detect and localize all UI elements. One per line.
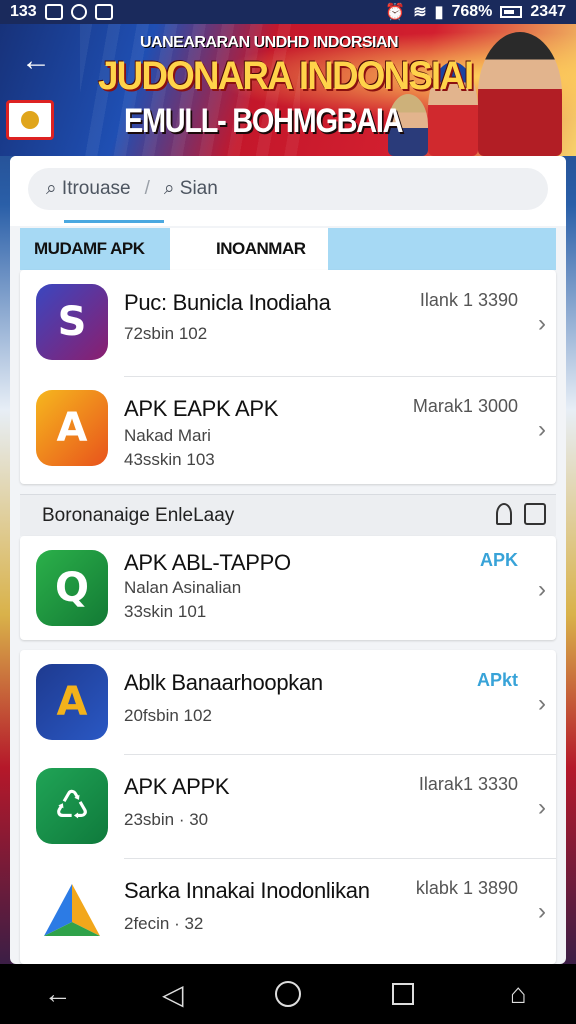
- download-box-icon[interactable]: [524, 503, 546, 525]
- header-banner: ← UANEARARAN UNDHD INDORSIAN JUDONARA IN…: [0, 24, 576, 156]
- section-title: Boronanaige EnleLaay: [42, 504, 235, 526]
- alarm-icon: ⏰: [385, 4, 406, 21]
- nav-assistant-icon[interactable]: ⌂: [493, 978, 543, 1010]
- back-arrow-button[interactable]: ←: [18, 44, 54, 80]
- app-list-card: Q APK ABL-TAPPO Nalan Asinalian 33skin 1…: [20, 536, 556, 640]
- search-tab-indicator: [64, 220, 164, 223]
- app-badge: APkt: [476, 670, 518, 690]
- app-list-card: S Puc: Bunicla Inodiaha 72sbin 102 Ilank…: [20, 270, 556, 484]
- banner-badge-icon: [6, 100, 54, 140]
- app-version: 33skin 101: [124, 602, 207, 621]
- signal-icon: ▮: [434, 4, 444, 21]
- search-input[interactable]: ⌕ Itrouase / ⌕ Sian: [28, 168, 548, 210]
- app-publisher: Nalan Asinalian: [124, 578, 242, 597]
- content-panel: ⌕ Itrouase / ⌕ Sian MUDAMF APK INOANMAR …: [10, 156, 566, 964]
- search-icon: ⌕: [46, 178, 57, 199]
- search-placeholder: Sian: [179, 178, 218, 199]
- triangle-logo-shape: [44, 884, 100, 936]
- status-time-right: 2347: [530, 3, 566, 20]
- list-item[interactable]: Sarka Innakai Inodonlikan 2fecin · 32 kl…: [20, 858, 556, 963]
- app-version: 23sbin · 30: [124, 810, 209, 829]
- status-bar: 133 ⏰ ≋ ▮ 768% 2347: [0, 0, 576, 24]
- app-version: 72sbin 102: [124, 324, 208, 343]
- app-version: 43sskin 103: [124, 450, 215, 469]
- chevron-right-icon: ›: [538, 576, 546, 603]
- banner-subtitle: UANEARARAN UNDHD INDORSIAN: [140, 34, 399, 51]
- list-item[interactable]: S Puc: Bunicla Inodiaha 72sbin 102 Ilank…: [20, 270, 556, 375]
- search-icon-2: ⌕: [163, 178, 175, 199]
- list-item[interactable]: A Ablk Banaarhoopkan 20fsbin 102 APkt ›: [20, 650, 556, 755]
- triangle-logo-icon: [36, 872, 108, 948]
- app-size: Ilarak1 3330: [418, 774, 518, 794]
- recycle-logo-icon: ♺: [36, 768, 108, 844]
- nav-recents-button[interactable]: [378, 983, 428, 1005]
- section-header: Boronanaige EnleLaay: [20, 494, 556, 536]
- chevron-right-icon: ›: [538, 310, 546, 337]
- search-area: ⌕ Itrouase / ⌕ Sian: [10, 156, 566, 226]
- key-icon[interactable]: [496, 503, 512, 525]
- banner-tagline: EMULL- BOHMGBAIA: [124, 102, 403, 140]
- chevron-right-icon: ›: [538, 794, 546, 821]
- banner-figure-officer: [478, 32, 562, 156]
- battery-percent: 768%: [451, 3, 493, 20]
- tab-indonesia[interactable]: INOANMAR: [170, 228, 328, 270]
- app-name: APK APPK: [124, 774, 230, 799]
- nav-home-button[interactable]: [263, 981, 313, 1007]
- system-nav-bar: ← ◁ ⌂: [0, 964, 576, 1024]
- status-time-left: 133: [10, 3, 37, 20]
- q-logo-icon: Q: [36, 550, 108, 626]
- chevron-right-icon: ›: [538, 690, 546, 717]
- banner-title: JUDONARA INDONSIAI: [98, 54, 474, 98]
- wifi-icon: ≋: [413, 4, 427, 21]
- tab-bar: MUDAMF APK INOANMAR: [20, 228, 556, 270]
- gallery-notification-icon: [44, 4, 63, 20]
- app-size: klabk 1 3890: [415, 878, 518, 898]
- shield-notification-icon: [94, 4, 113, 20]
- app-name: APK ABL-TAPPO: [124, 550, 291, 575]
- a-play-logo-icon: A: [36, 664, 108, 740]
- app-size: Ilank 1 3390: [419, 290, 518, 310]
- app-version: 2fecin · 32: [124, 914, 204, 933]
- s-logo-icon: S: [36, 284, 108, 360]
- chevron-right-icon: ›: [538, 416, 546, 443]
- chevron-right-icon: ›: [538, 898, 546, 925]
- nav-back-arrow-icon[interactable]: ←: [33, 978, 83, 1010]
- app-list-card: A Ablk Banaarhoopkan 20fsbin 102 APkt › …: [20, 650, 556, 964]
- list-item[interactable]: Q APK ABL-TAPPO Nalan Asinalian 33skin 1…: [20, 536, 556, 641]
- app-badge: APK: [479, 550, 518, 570]
- search-breadcrumb[interactable]: Itrouase: [62, 178, 131, 200]
- list-item[interactable]: A APK EAPK APK Nakad Mari 43sskin 103 Ma…: [20, 376, 556, 481]
- breadcrumb-separator: /: [144, 178, 150, 199]
- app-version: 20fsbin 102: [124, 706, 212, 725]
- app-name: Puc: Bunicla Inodiaha: [124, 290, 331, 315]
- battery-icon: [500, 6, 523, 18]
- app-size: Marak1 3000: [412, 396, 518, 416]
- list-item[interactable]: ♺ APK APPK 23sbin · 30 Ilarak1 3330 ›: [20, 754, 556, 859]
- app-name: APK EAPK APK: [124, 396, 279, 421]
- a-logo-icon: A: [36, 390, 108, 466]
- recents-square-icon: [392, 983, 415, 1005]
- app-name: Ablk Banaarhoopkan: [124, 670, 323, 695]
- tab-apk[interactable]: MUDAMF APK: [20, 228, 170, 270]
- home-circle-icon: [274, 981, 301, 1007]
- messenger-notification-icon: [70, 4, 87, 20]
- app-name: Sarka Innakai Inodonlikan: [124, 878, 370, 903]
- nav-back-triangle-icon[interactable]: ◁: [148, 978, 198, 1011]
- app-publisher: Nakad Mari: [124, 426, 211, 445]
